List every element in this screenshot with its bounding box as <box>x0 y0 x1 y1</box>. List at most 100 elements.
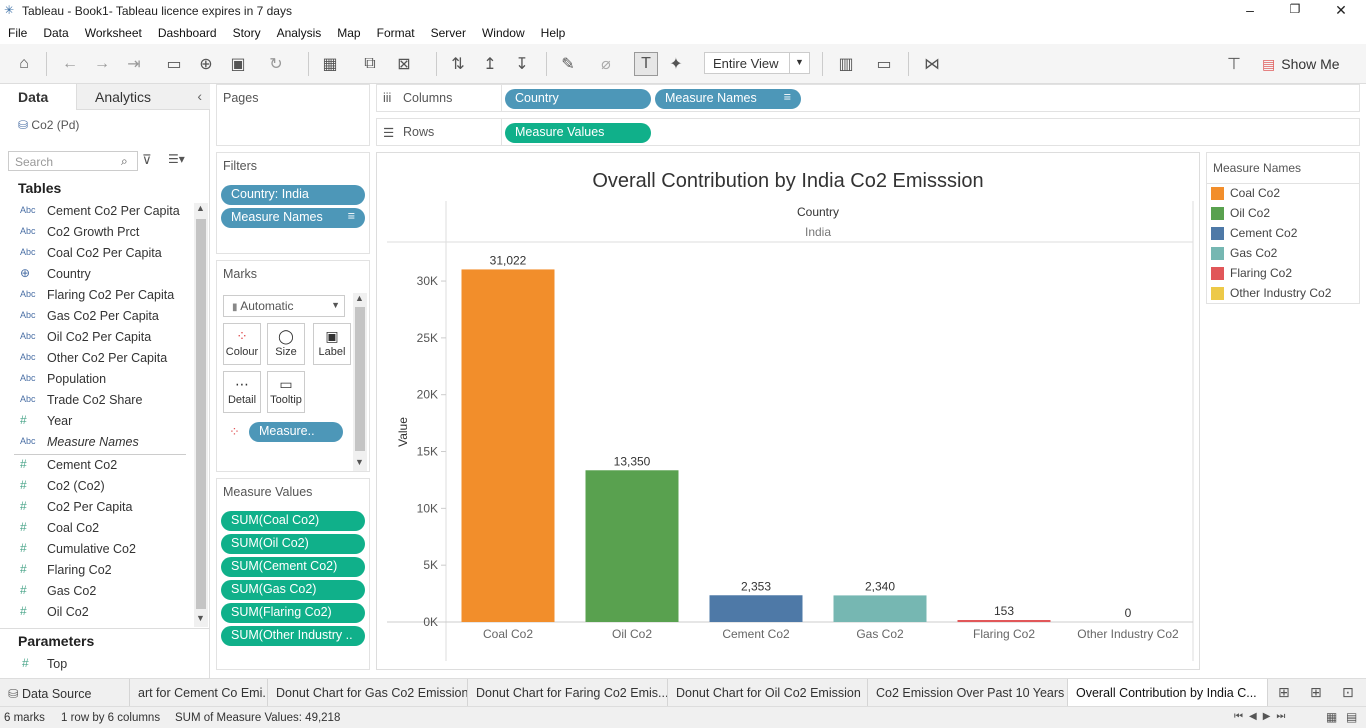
minimize-icon[interactable]: – <box>1240 2 1260 20</box>
scroll-thumb[interactable] <box>196 219 206 609</box>
filter-pill-measure-names[interactable]: Measure Names ≡ <box>221 208 365 228</box>
tooltip-button[interactable]: ▭ Tooltip <box>267 371 305 413</box>
sheet-tab[interactable]: art for Cement Co Emi... <box>130 679 268 707</box>
colour-legend[interactable]: Measure Names Coal Co2 Oil Co2 Cement Co2 G… <box>1206 152 1360 304</box>
field-dimension[interactable]: Abc Other Co2 Per Capita <box>0 348 190 369</box>
field-dimension[interactable]: Abc Population <box>0 369 190 390</box>
swap-icon[interactable]: ⇅ <box>446 52 470 76</box>
clear-sheet-icon[interactable]: ⊠ <box>392 52 416 76</box>
sort-descending-icon[interactable]: ↧ <box>510 52 534 76</box>
field-measure[interactable]: # Cement Co2 <box>0 455 190 476</box>
field-measure[interactable]: # Co2 (Co2) <box>0 476 190 497</box>
collapse-icon[interactable]: ‹ <box>197 88 202 104</box>
grid-view-icon[interactable]: ▦ <box>1326 710 1337 724</box>
datasource-name[interactable]: ⛁ Co2 (Pd) <box>18 118 79 132</box>
menu-item-data[interactable]: Data <box>35 22 76 40</box>
measure-value-pill[interactable]: SUM(Flaring Co2) <box>221 603 365 623</box>
sheet-tab[interactable]: Overall Contribution by India C... <box>1068 679 1268 707</box>
rows-shelf[interactable]: ☰ Rows Measure Values <box>376 118 1360 146</box>
scroll-up-icon[interactable]: ▲ <box>355 293 364 303</box>
filter-icon[interactable]: ⊽ <box>142 152 152 168</box>
field-dimension[interactable]: Abc Cement Co2 Per Capita <box>0 201 190 222</box>
show-labels-icon[interactable]: T <box>634 52 658 76</box>
size-button[interactable]: ◯ Size <box>267 323 305 365</box>
close-icon[interactable]: ✕ <box>1331 2 1351 20</box>
measure-value-pill[interactable]: SUM(Coal Co2) <box>221 511 365 531</box>
sheet-navigation-icon[interactable]: ⏮◀▶⏭ <box>1234 711 1291 722</box>
field-measure[interactable]: # Co2 Per Capita <box>0 497 190 518</box>
field-measure[interactable]: # Coal Co2 <box>0 518 190 539</box>
detail-button[interactable]: ⋯ Detail <box>223 371 261 413</box>
parameter-item[interactable]: # Top <box>0 654 190 675</box>
label-button[interactable]: ▣ Label <box>313 323 351 365</box>
home-icon[interactable]: ⌂ <box>12 52 36 76</box>
new-datasource-icon[interactable]: ⊕ <box>194 52 218 76</box>
group-icon[interactable]: ⌀ <box>594 52 618 76</box>
show-me-button[interactable]: ▤ Show Me <box>1262 52 1352 76</box>
field-dimension[interactable]: Abc Flaring Co2 Per Capita <box>0 285 190 306</box>
sheet-tab[interactable]: Donut Chart for Oil Co2 Emission <box>668 679 868 707</box>
menu-item-dashboard[interactable]: Dashboard <box>150 22 225 40</box>
columns-pill-country[interactable]: Country <box>505 89 651 109</box>
scroll-down-icon[interactable]: ▼ <box>355 457 364 467</box>
measure-value-pill[interactable]: SUM(Cement Co2) <box>221 557 365 577</box>
menu-item-story[interactable]: Story <box>225 22 269 40</box>
sheet-tab[interactable]: Co2 Emission Over Past 10 Years <box>868 679 1068 707</box>
pin-icon[interactable]: ✦ <box>664 52 688 76</box>
scroll-thumb[interactable] <box>355 307 365 451</box>
field-measure[interactable]: # Cumulative Co2 <box>0 539 190 560</box>
field-dimension[interactable]: Abc Co2 Growth Prct <box>0 222 190 243</box>
field-dimension[interactable]: Abc Oil Co2 Per Capita <box>0 327 190 348</box>
measure-values-shelf[interactable]: Measure Values SUM(Coal Co2) SUM(Oil Co2)… <box>216 478 370 670</box>
presentation-mode-icon[interactable]: ▭ <box>872 52 896 76</box>
marks-scrollbar[interactable]: ▲ ▼ <box>353 293 367 471</box>
field-dimension[interactable]: Abc Trade Co2 Share <box>0 390 190 411</box>
tab-data[interactable]: Data <box>0 84 76 110</box>
pages-shelf[interactable]: Pages <box>216 84 370 146</box>
menu-item-server[interactable]: Server <box>423 22 474 40</box>
measure-value-pill[interactable]: SUM(Other Industry .. <box>221 626 365 646</box>
duplicate-sheet-icon[interactable]: ⧉ <box>358 52 382 76</box>
redo-icon[interactable]: → <box>90 52 114 76</box>
menu-item-map[interactable]: Map <box>329 22 368 40</box>
view-options-icon[interactable]: ☰▾ <box>168 152 185 166</box>
mark-type-select[interactable]: ▮ Automatic ▼ <box>223 295 345 317</box>
new-worksheet-icon[interactable]: ▦ <box>318 52 342 76</box>
sort-ascending-icon[interactable]: ↥ <box>478 52 502 76</box>
refresh-icon[interactable]: ↻ <box>264 52 288 76</box>
restore-icon[interactable]: ❐ <box>1285 2 1305 20</box>
field-dimension[interactable]: Abc Measure Names <box>0 432 190 453</box>
new-story-tab-icon[interactable]: ⊡ <box>1342 684 1354 701</box>
new-dashboard-tab-icon[interactable]: ⊞ <box>1310 684 1322 701</box>
field-dimension[interactable]: Abc Gas Co2 Per Capita <box>0 306 190 327</box>
new-worksheet-tab-icon[interactable]: ⊞ <box>1278 684 1290 701</box>
tab-data-source[interactable]: ⛁ Data Source <box>0 679 130 707</box>
menu-item-worksheet[interactable]: Worksheet <box>77 22 150 40</box>
filters-shelf[interactable]: Filters Country: India Measure Names ≡ <box>216 152 370 254</box>
menu-item-help[interactable]: Help <box>533 22 574 40</box>
replay-icon[interactable]: ⇥ <box>122 52 146 76</box>
field-measure[interactable]: # Oil Co2 <box>0 602 190 623</box>
menu-item-window[interactable]: Window <box>474 22 533 40</box>
field-measure[interactable]: # Flaring Co2 <box>0 560 190 581</box>
fit-select[interactable]: Entire View ▼ <box>704 52 810 74</box>
menu-item-format[interactable]: Format <box>369 22 423 40</box>
scroll-down-icon[interactable]: ▼ <box>196 613 205 623</box>
field-dimension[interactable]: ⊕ Country <box>0 264 190 285</box>
menu-item-file[interactable]: File <box>0 22 35 40</box>
sheet-tab[interactable]: Donut Chart for Faring Co2 Emis... <box>468 679 668 707</box>
field-dimension[interactable]: Abc Coal Co2 Per Capita <box>0 243 190 264</box>
bar-chart[interactable]: Overall Contribution by India Co2 Emisss… <box>377 153 1199 669</box>
colour-button[interactable]: ⁘ Colour <box>223 323 261 365</box>
menu-item-analysis[interactable]: Analysis <box>269 22 330 40</box>
measure-value-pill[interactable]: SUM(Gas Co2) <box>221 580 365 600</box>
highlight-icon[interactable]: ✎ <box>556 52 580 76</box>
field-measure[interactable]: # Gas Co2 <box>0 581 190 602</box>
show-cards-icon[interactable]: ▥ <box>834 52 858 76</box>
format-painter-icon[interactable]: ⊤ <box>1222 52 1246 76</box>
field-list-scrollbar[interactable]: ▲ ▼ <box>194 203 208 627</box>
pause-update-icon[interactable]: ▣ <box>226 52 250 76</box>
viz-area[interactable]: Overall Contribution by India Co2 Emisss… <box>376 152 1200 670</box>
filter-pill-country[interactable]: Country: India <box>221 185 365 205</box>
sheet-tab[interactable]: Donut Chart for Gas Co2 Emission <box>268 679 468 707</box>
